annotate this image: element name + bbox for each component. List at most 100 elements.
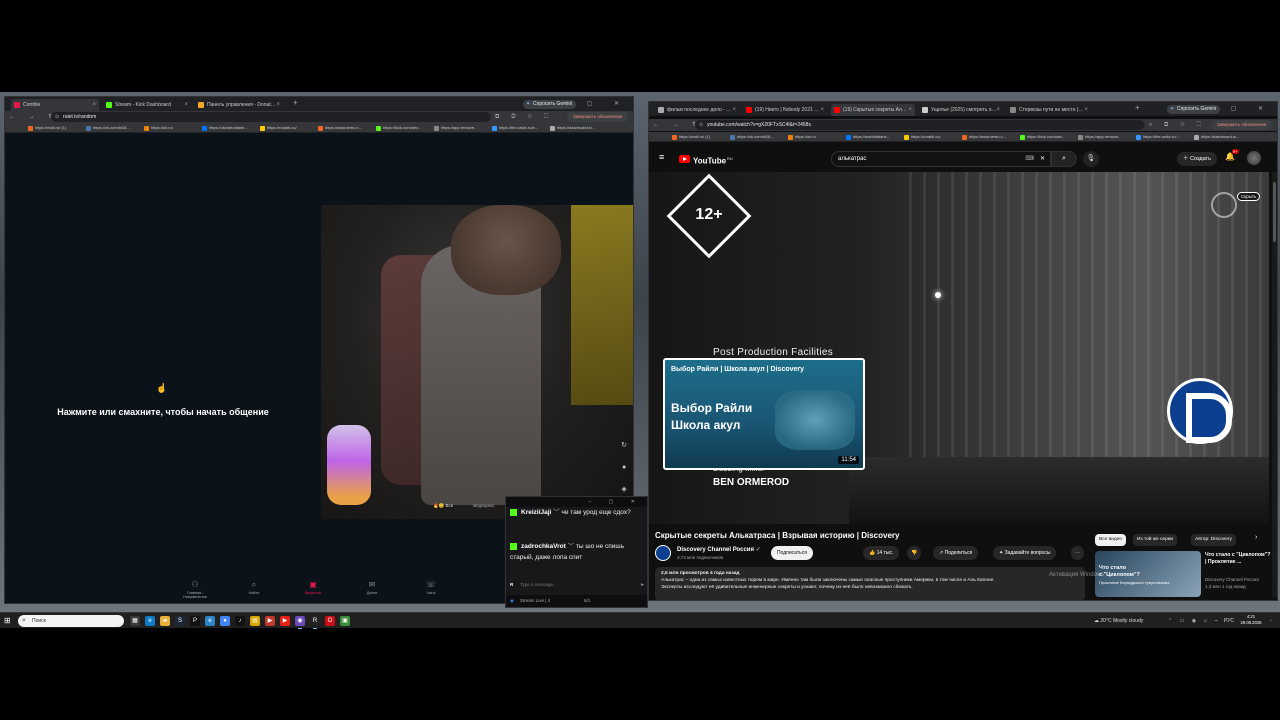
channel-name[interactable]: Discovery Channel Россия ✓ [677, 546, 761, 553]
bookmark-item[interactable]: https://vk.com/id18... [85, 123, 139, 133]
new-tab-button[interactable]: + [1135, 103, 1140, 112]
subscribe-button[interactable]: Подписаться [771, 546, 813, 560]
tab-right-3[interactable]: Ущелье (2025) смотреть онла... × [919, 104, 1003, 116]
notes-icon[interactable]: ▤ [250, 616, 260, 626]
chevron-right-icon[interactable]: › [1255, 534, 1257, 541]
tab-right-0[interactable]: фильм последнее дело - Лиза...× [655, 104, 739, 116]
update-button[interactable]: Завершить обновление [567, 112, 629, 122]
bookmark-item[interactable]: https://the-radio.ru/... [1135, 132, 1189, 142]
close-tab-icon[interactable]: × [820, 104, 824, 116]
bookmark-item[interactable]: https://worldofdank... [845, 132, 899, 142]
bookmark-item[interactable]: https://ok.ru/ [143, 123, 197, 133]
nav-item[interactable]: ⌕ Найти [234, 579, 274, 595]
tab-left-1[interactable]: Stream - Kick Dashboard × [103, 99, 191, 111]
more-actions-button[interactable]: ⋯ [1071, 546, 1084, 560]
tab-right-2[interactable]: (19) Скрытые секреты Алька... × [831, 104, 915, 116]
photos-icon[interactable]: ▣ [340, 616, 350, 626]
send-icon[interactable]: ➤ [640, 580, 644, 590]
bookmark-item[interactable]: https://dashboard.tc... [1193, 132, 1247, 142]
tab-left-2[interactable]: Панель управления - DonatAlerts × [195, 99, 283, 111]
channel-avatar[interactable] [655, 545, 671, 561]
toolbar-icons[interactable]: ⧉ ◎ ☆ ⬚ [495, 111, 554, 123]
window-controls[interactable]: – ▢ ✕ [1206, 102, 1273, 116]
site-info-icon[interactable]: ⊙ [699, 120, 703, 130]
close-tab-icon[interactable]: × [92, 99, 96, 111]
ask-questions-button[interactable]: ✦ Задавайте вопросы [993, 546, 1057, 560]
bookmark-item[interactable]: https://dashboard.tc... [549, 123, 603, 133]
channel-watermark-icon[interactable] [1211, 192, 1237, 218]
obs-icon[interactable]: ◉ [295, 616, 305, 629]
menu-icon[interactable]: ≡ [659, 152, 664, 162]
language-indicator[interactable]: РУС [1224, 613, 1234, 629]
edge-icon[interactable]: e [145, 616, 155, 626]
like-button[interactable]: 👍 14 тыс. [863, 546, 900, 560]
chat-input[interactable]: R Type a message... ➤ [510, 580, 644, 590]
explorer-icon[interactable]: ▰ [160, 616, 170, 626]
youtube-logo[interactable]: YouTubeRU [679, 153, 733, 166]
notifications-icon[interactable]: ▫ [1270, 613, 1272, 629]
bookmark-item[interactable]: https://the-radio.ru/e... [491, 123, 545, 133]
chrome-icon[interactable]: ● [220, 616, 230, 626]
task-view-icon[interactable]: ▦ [130, 616, 140, 626]
bookmark-item[interactable]: https://www.temu.c... [961, 132, 1015, 142]
windows-start-icon[interactable]: ⊞ [4, 616, 11, 625]
chat-window-controls[interactable]: – ▢ ✕ [506, 497, 647, 507]
tab-left-0[interactable]: Comble × [11, 99, 99, 111]
close-tab-icon[interactable]: × [732, 104, 736, 116]
recommended-thumbnail[interactable]: Что стало с "Циклопом"? Проклятие Бермудск… [1095, 551, 1201, 597]
update-button[interactable]: Завершить обновление [1211, 120, 1273, 130]
share-button[interactable]: ↗ Поделиться [933, 546, 979, 560]
bookmark-item[interactable]: https://vkvideo/dash... [201, 123, 255, 133]
close-tab-icon[interactable]: × [996, 104, 1000, 116]
bookmark-item[interactable]: https://mail.ru/ (1) [27, 123, 81, 133]
account-avatar[interactable] [1247, 151, 1261, 165]
close-tab-icon[interactable]: × [184, 99, 188, 111]
nav-item[interactable]: ✉ Донат [352, 579, 392, 595]
window-controls[interactable]: – ▢ ✕ [562, 97, 629, 111]
taskbar-search-input[interactable]: Поиск [18, 615, 124, 627]
edge-dev-icon[interactable]: e [205, 616, 215, 626]
weather-widget[interactable]: ☁ 20°C Mostly cloudy [1094, 613, 1143, 629]
nav-item[interactable]: ▣ Видеочат [293, 579, 333, 595]
opera-icon[interactable]: O [325, 616, 335, 626]
media-icon[interactable]: ▶ [265, 616, 275, 626]
terminal-icon[interactable]: R [310, 616, 320, 629]
recommended-video[interactable]: Что стало с "Циклопом"? Проклятие Бермудск… [1095, 551, 1275, 599]
create-button[interactable]: ＋ Создать [1177, 152, 1217, 166]
bookmark-item[interactable]: https://kick.com/dec... [1019, 132, 1073, 142]
chip-author[interactable]: Автор: Discovery [1191, 534, 1236, 546]
end-screen-video-card[interactable]: Выбор Райли | Школа акул | Discovery Выб… [663, 358, 865, 470]
bookmark-item[interactable]: https://kick.com/dec... [375, 123, 429, 133]
tab-right-1[interactable]: (19) Никто | Nobody 2021 в X... × [743, 104, 827, 116]
bookmark-item[interactable]: https://vk.com/id18... [729, 132, 783, 142]
filter-badge[interactable]: 🔥😊 Все [433, 503, 453, 509]
system-tray-icons[interactable]: ⌃ ▭ ◉ ♫ ⌁ [1168, 613, 1221, 629]
bookmark-item[interactable]: https://mail.ru/ (1) [671, 132, 725, 142]
close-tab-icon[interactable]: × [1084, 104, 1088, 116]
close-tab-icon[interactable]: × [276, 99, 280, 111]
chip-same-series[interactable]: Из той же серии [1133, 534, 1178, 546]
toolbar-icons[interactable]: ⌕ ⧉ ☆ ⬚ [1149, 119, 1206, 131]
keyboard-icon[interactable]: ⌨ [1025, 152, 1034, 166]
chat-username[interactable]: KreiziiJaji [521, 509, 551, 516]
page-scrollbar[interactable] [1272, 172, 1277, 597]
tiktok-icon[interactable]: ♪ [235, 616, 245, 626]
taskbar-clock[interactable]: 4:21 29.08.2025 [1236, 614, 1266, 626]
video-description[interactable]: 2,5 млн просмотров 4 года назад Алькатра… [655, 567, 1085, 600]
youtube-search-input[interactable]: алькатрас ⌨ ✕ [831, 151, 1051, 167]
tab-right-4[interactable]: Стервозы пути не место (2001) × [1007, 104, 1091, 116]
nav-item[interactable]: ☏ Чаты [411, 579, 451, 595]
bookmark-item[interactable]: https://ok.ru [787, 132, 841, 142]
bookmark-item[interactable]: https://rorabll.cu/ [903, 132, 957, 142]
search-button[interactable]: ⌕ [1051, 151, 1077, 167]
address-bar[interactable]: ⊙ youtube.com/watch?v=gX20FTxSC4I&t=2458… [695, 120, 1145, 130]
bookmark-item[interactable]: https://app.remove... [433, 123, 487, 133]
bookmark-item[interactable]: https://www.temu.c... [317, 123, 371, 133]
youtube-icon[interactable]: ▶ [280, 616, 290, 626]
start-chat-prompt[interactable]: Нажмите или смахните, чтобы начать общен… [45, 407, 281, 417]
new-tab-button[interactable]: + [293, 98, 298, 107]
nav-item[interactable]: ⚇ Главная / Направления [175, 579, 215, 599]
close-tab-icon[interactable]: × [908, 104, 912, 116]
chat-username[interactable]: zadrochkaVrot [521, 543, 566, 550]
video-player[interactable]: 12+ Post Production Facilities Dubbing M… [649, 172, 1269, 524]
